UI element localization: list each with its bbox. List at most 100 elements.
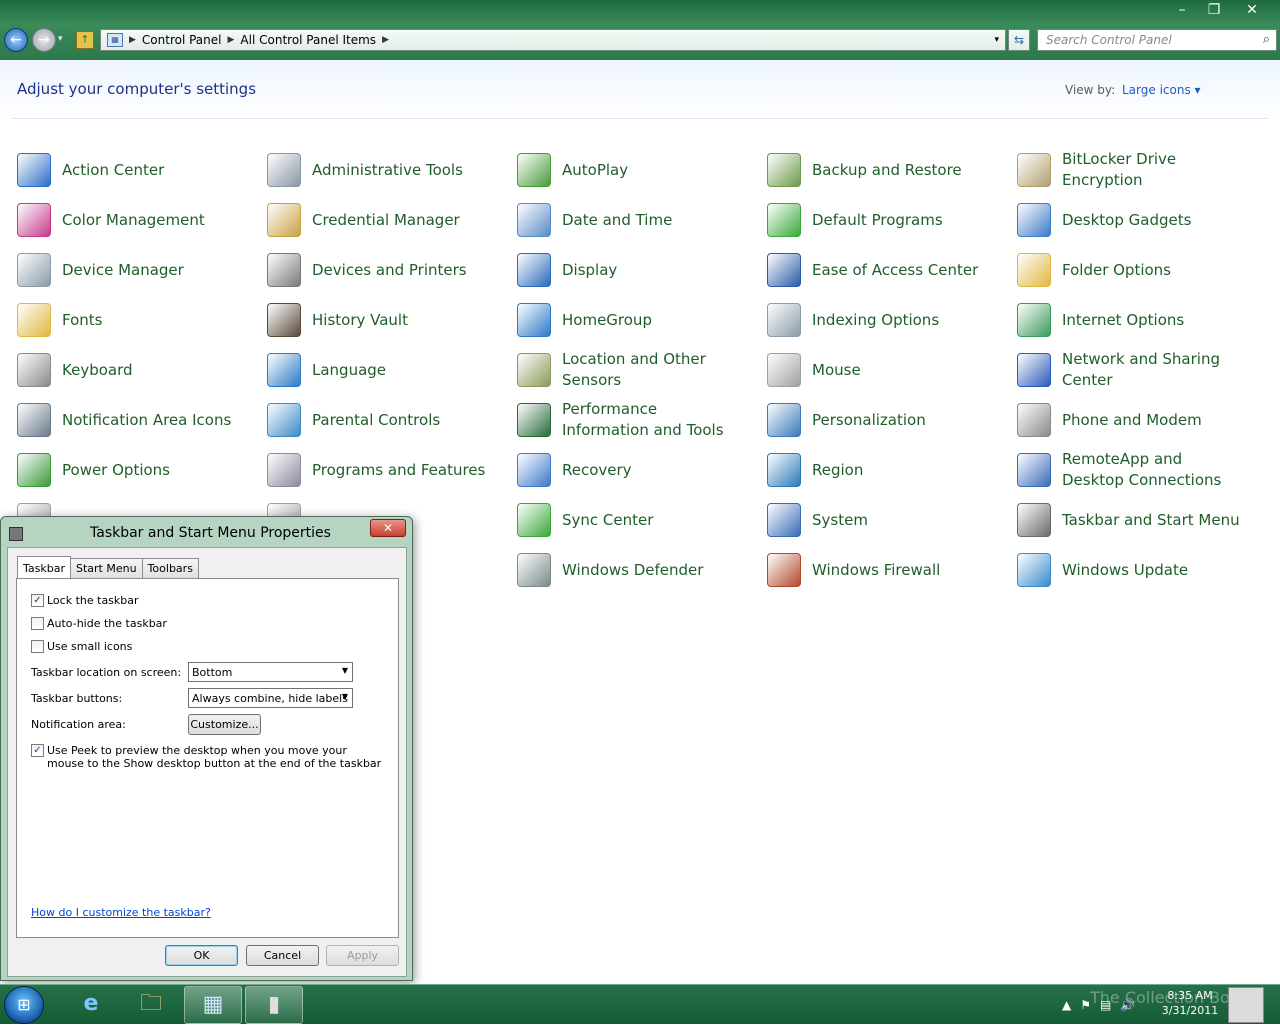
control-panel-item-label[interactable]: Action Center xyxy=(62,160,247,181)
control-panel-item[interactable]: Notification Area Icons xyxy=(0,397,250,443)
clock[interactable]: 8:35 AM 3/31/2011 xyxy=(1160,988,1220,1018)
address-bar[interactable]: ▦ ▶ Control Panel ▶ All Control Panel It… xyxy=(100,29,1006,51)
auto-hide-label[interactable]: Auto-hide the taskbar xyxy=(47,617,167,630)
control-panel-item-label[interactable]: Default Programs xyxy=(812,210,997,231)
lock-taskbar-checkbox[interactable]: ✓ xyxy=(31,594,44,607)
control-panel-item-label[interactable]: Ease of Access Center xyxy=(812,260,997,281)
control-panel-item-label[interactable]: Keyboard xyxy=(62,360,247,381)
maximize-button[interactable]: ❐ xyxy=(1200,0,1228,20)
control-panel-item-label[interactable]: Windows Defender xyxy=(562,560,747,581)
control-panel-item[interactable]: Internet Options xyxy=(1000,297,1250,343)
control-panel-item[interactable]: Network and Sharing Center xyxy=(1000,347,1250,393)
control-panel-item-label[interactable]: AutoPlay xyxy=(562,160,747,181)
control-panel-item-label[interactable]: Sync Center xyxy=(562,510,747,531)
control-panel-item[interactable]: Color Management xyxy=(0,197,250,243)
control-panel-item-label[interactable]: Windows Update xyxy=(1062,560,1247,581)
peek-checkbox[interactable]: ✓ xyxy=(31,744,44,757)
search-input[interactable]: Search Control Panel ⌕ xyxy=(1037,29,1277,51)
control-panel-item[interactable]: Credential Manager xyxy=(250,197,500,243)
control-panel-item[interactable]: Sync Center xyxy=(500,497,750,543)
show-desktop-button[interactable] xyxy=(1228,987,1264,1023)
control-panel-item-label[interactable]: Windows Firewall xyxy=(812,560,997,581)
control-panel-item[interactable]: Personalization xyxy=(750,397,1000,443)
control-panel-item[interactable]: Windows Update xyxy=(1000,547,1250,593)
control-panel-item[interactable]: Parental Controls xyxy=(250,397,500,443)
control-panel-item-label[interactable]: Display xyxy=(562,260,747,281)
control-panel-item-label[interactable]: Phone and Modem xyxy=(1062,410,1247,431)
tab-start-menu[interactable]: Start Menu xyxy=(70,558,143,578)
small-icons-checkbox[interactable] xyxy=(31,640,44,653)
refresh-button[interactable]: ⇆ xyxy=(1008,29,1030,51)
peek-row[interactable]: ✓ Use Peek to preview the desktop when y… xyxy=(31,744,386,770)
control-panel-item[interactable]: HomeGroup xyxy=(500,297,750,343)
control-panel-item[interactable]: Windows Firewall xyxy=(750,547,1000,593)
close-button[interactable]: ✕ xyxy=(1232,0,1272,20)
minimize-button[interactable]: – xyxy=(1168,0,1196,20)
control-panel-item[interactable]: History Vault xyxy=(250,297,500,343)
control-panel-item-label[interactable]: Indexing Options xyxy=(812,310,997,331)
address-dropdown[interactable]: ▾ xyxy=(994,35,999,45)
control-panel-item[interactable]: Desktop Gadgets xyxy=(1000,197,1250,243)
help-link[interactable]: How do I customize the taskbar? xyxy=(31,906,211,919)
location-select[interactable]: Bottom ▼ xyxy=(188,662,353,682)
control-panel-item[interactable]: Default Programs xyxy=(750,197,1000,243)
control-panel-item[interactable]: Display xyxy=(500,247,750,293)
auto-hide-checkbox[interactable] xyxy=(31,617,44,630)
control-panel-item-label[interactable]: Programs and Features xyxy=(312,460,497,481)
control-panel-item-label[interactable]: Region xyxy=(812,460,997,481)
network-icon[interactable]: ▤ xyxy=(1100,998,1111,1012)
breadcrumb-separator[interactable]: ▶ xyxy=(129,35,136,45)
control-panel-item-label[interactable]: Credential Manager xyxy=(312,210,497,231)
volume-icon[interactable]: 🔊 xyxy=(1120,998,1135,1012)
small-icons-label[interactable]: Use small icons xyxy=(47,640,132,653)
search-icon[interactable]: ⌕ xyxy=(1263,32,1270,47)
control-panel-item[interactable]: Action Center xyxy=(0,147,250,193)
control-panel-item-label[interactable]: Parental Controls xyxy=(312,410,497,431)
control-panel-item-label[interactable]: Recovery xyxy=(562,460,747,481)
control-panel-item-label[interactable]: Backup and Restore xyxy=(812,160,997,181)
control-panel-taskbar-icon[interactable]: ▦ xyxy=(184,986,242,1024)
customize-button[interactable]: Customize... xyxy=(188,714,261,735)
control-panel-item-label[interactable]: Administrative Tools xyxy=(312,160,497,181)
control-panel-item[interactable]: Location and Other Sensors xyxy=(500,347,750,393)
control-panel-item[interactable]: Date and Time xyxy=(500,197,750,243)
control-panel-item-label[interactable]: System xyxy=(812,510,997,531)
control-panel-item[interactable]: Fonts xyxy=(0,297,250,343)
control-panel-item-label[interactable]: Taskbar and Start Menu xyxy=(1062,510,1247,531)
control-panel-item[interactable]: Region xyxy=(750,447,1000,493)
control-panel-item[interactable]: Folder Options xyxy=(1000,247,1250,293)
control-panel-item-label[interactable]: Location and Other Sensors xyxy=(562,349,747,391)
control-panel-item-label[interactable]: Network and Sharing Center xyxy=(1062,349,1247,391)
control-panel-item-label[interactable]: Language xyxy=(312,360,497,381)
recent-pages-dropdown[interactable]: ▾ xyxy=(58,34,63,44)
control-panel-item-label[interactable]: Performance Information and Tools xyxy=(562,399,747,441)
control-panel-item[interactable]: Backup and Restore xyxy=(750,147,1000,193)
breadcrumb-all-items[interactable]: All Control Panel Items xyxy=(240,33,376,47)
buttons-select[interactable]: Always combine, hide labels ▼ xyxy=(188,688,353,708)
view-by-dropdown[interactable]: Large icons ▾ xyxy=(1122,83,1201,97)
control-panel-item[interactable]: System xyxy=(750,497,1000,543)
breadcrumb-control-panel[interactable]: Control Panel xyxy=(142,33,222,47)
control-panel-item-label[interactable]: HomeGroup xyxy=(562,310,747,331)
up-folder-icon[interactable]: ↑ xyxy=(76,31,94,49)
lock-taskbar-label[interactable]: Lock the taskbar xyxy=(47,594,139,607)
control-panel-item[interactable]: Administrative Tools xyxy=(250,147,500,193)
tab-toolbars[interactable]: Toolbars xyxy=(141,558,199,578)
control-panel-item[interactable]: Language xyxy=(250,347,500,393)
dialog-close-button[interactable]: ✕ xyxy=(370,519,406,537)
control-panel-item-label[interactable]: Fonts xyxy=(62,310,247,331)
control-panel-item[interactable]: Indexing Options xyxy=(750,297,1000,343)
control-panel-item[interactable]: Power Options xyxy=(0,447,250,493)
auto-hide-row[interactable]: Auto-hide the taskbar xyxy=(31,617,167,630)
control-panel-item-label[interactable]: Mouse xyxy=(812,360,997,381)
control-panel-item-label[interactable]: Devices and Printers xyxy=(312,260,497,281)
ok-button[interactable]: OK xyxy=(165,945,238,966)
control-panel-item-label[interactable]: Internet Options xyxy=(1062,310,1247,331)
breadcrumb-separator[interactable]: ▶ xyxy=(382,35,389,45)
control-panel-item[interactable]: Devices and Printers xyxy=(250,247,500,293)
control-panel-item-label[interactable]: Desktop Gadgets xyxy=(1062,210,1247,231)
start-button[interactable]: ⊞ xyxy=(4,986,44,1024)
control-panel-item-label[interactable]: RemoteApp and Desktop Connections xyxy=(1062,449,1247,491)
small-icons-row[interactable]: Use small icons xyxy=(31,640,132,653)
control-panel-item-label[interactable]: Notification Area Icons xyxy=(62,410,247,431)
